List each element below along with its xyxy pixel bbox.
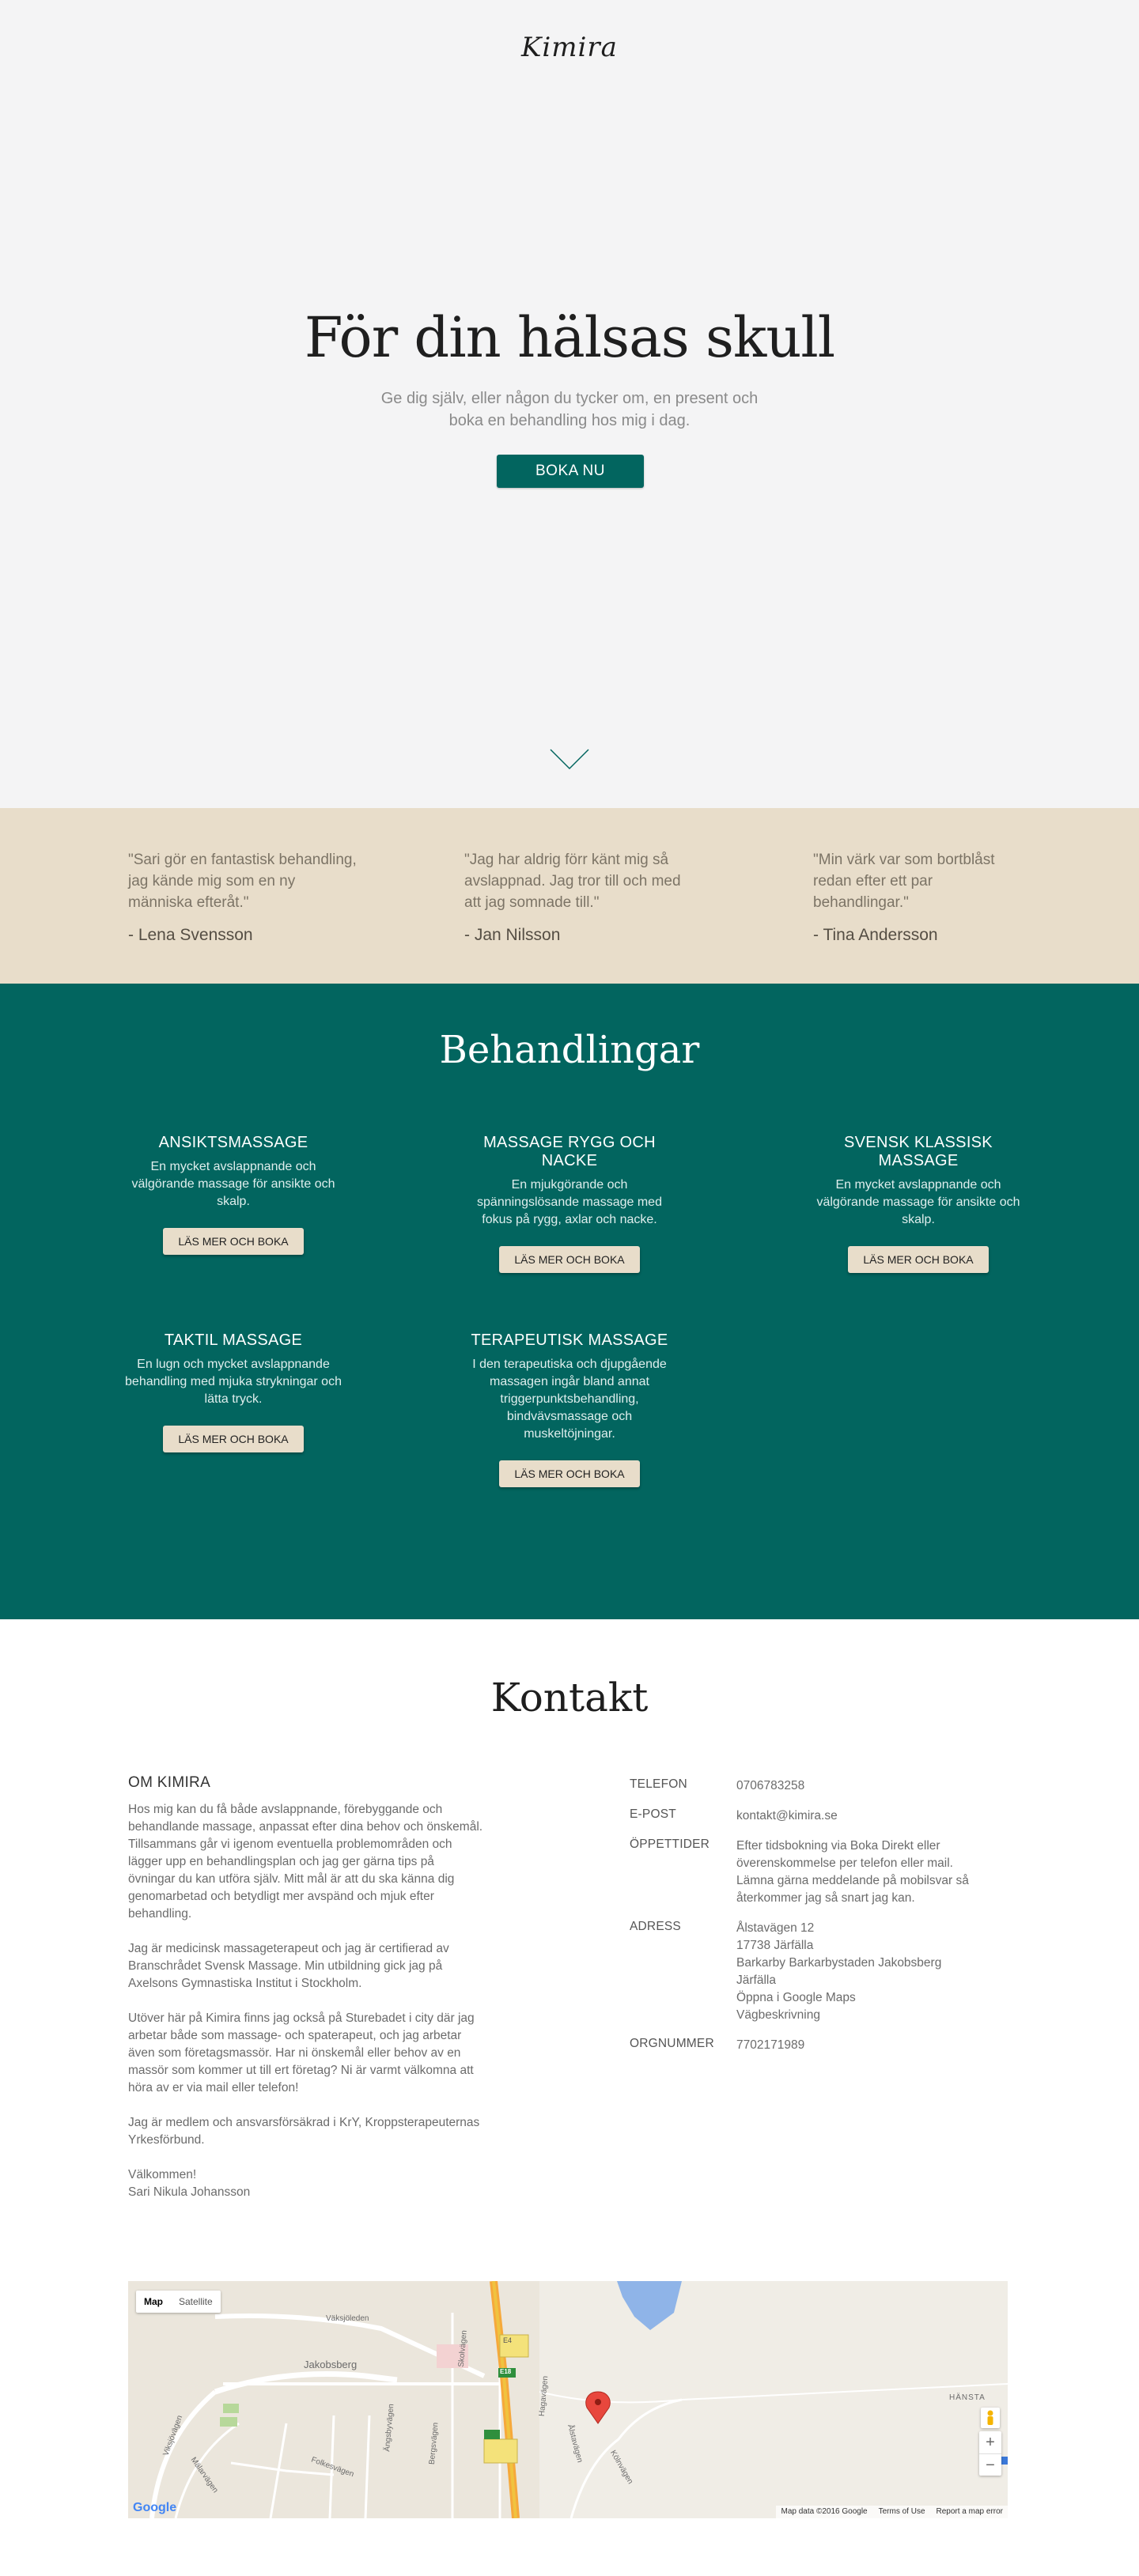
testimonial: "Jag har aldrig förr känt mig så avslapp… (464, 849, 694, 945)
google-logo: Google (133, 2501, 177, 2514)
treatments-title: Behandlingar (439, 1028, 700, 1072)
map-footer: Map data ©2016 Google Terms of Use Repor… (776, 2506, 1008, 2518)
info-label: ADRESS (630, 1920, 681, 1933)
info-row-address: ADRESS Ålstavägen 12 17738 Järfälla Bark… (630, 1920, 1001, 2024)
highway-shield: E4 (503, 2336, 513, 2344)
hero-subtitle: Ge dig själv, eller någon du tycker om, … (380, 390, 759, 429)
book-now-button[interactable]: BOKA NU (497, 455, 644, 488)
about-heading: OM KIMIRA (128, 1774, 211, 1791)
address-line: Barkarby Barkarbystaden Jakobsberg (736, 1956, 942, 1970)
read-more-book-button[interactable]: LÄS MER OCH BOKA (499, 1460, 640, 1487)
zoom-out-button[interactable]: − (979, 2453, 1001, 2476)
pegman-icon[interactable] (981, 2408, 1000, 2428)
hero-title: För din hälsas skull (304, 305, 835, 370)
treatment-description: En mjukgörande och spänningslösande mass… (477, 1178, 662, 1226)
map[interactable]: Jakobsberg HÄNSTA Väksjöleden Viksjöväge… (128, 2281, 1008, 2518)
chevron-down-icon[interactable] (549, 748, 590, 770)
about-paragraph: Hos mig kan du få både avslappnande, för… (128, 1803, 483, 1921)
about-paragraph: Jag är medlem och ansvarsförsäkrad i KrY… (128, 2116, 480, 2147)
treatment-description: En mycket avslappnande och välgörande ma… (131, 1160, 335, 1208)
hero-section: Kimira För din hälsas skull Ge dig själv… (0, 0, 1139, 808)
map-type-toggle: Map Satellite (136, 2291, 221, 2313)
treatment-name: TERAPEUTISK MASSAGE (471, 1331, 668, 1349)
map-label: Väksjöleden (326, 2314, 369, 2323)
testimonial-author: - Tina Andersson (813, 926, 938, 944)
treatment-description: En lugn och mycket avslappnande behandli… (125, 1358, 342, 1406)
treatment-card: TERAPEUTISK MASSAGE I den terapeutiska o… (455, 1331, 684, 1487)
contact-title: Kontakt (490, 1675, 649, 1720)
info-label: ÖPPETTIDER (630, 1838, 710, 1851)
testimonial-quote: "Sari gör en fantastisk behandling, jag … (128, 852, 357, 911)
info-row-org: ORGNUMMER 7702171989 (630, 2037, 1001, 2054)
zoom-controls: + − (979, 2431, 1001, 2476)
treatment-card: MASSAGE RYGG OCH NACKE En mjukgörande oc… (455, 1134, 684, 1273)
highway-shield: E18 (500, 2368, 512, 2375)
treatment-name: MASSAGE RYGG OCH NACKE (483, 1134, 656, 1169)
contact-info: TELEFON 0706783258 E-POST kontakt@kimira… (630, 1777, 1001, 2067)
info-row-phone: TELEFON 0706783258 (630, 1777, 1001, 1795)
info-label: ORGNUMMER (630, 2037, 714, 2050)
about-paragraph: Utöver här på Kimira finns jag också på … (128, 2011, 475, 2094)
map-data-notice: Map data ©2016 Google (781, 2507, 868, 2516)
org-number-value: 7702171989 (736, 2038, 805, 2052)
directions-link[interactable]: Vägbeskrivning (736, 2007, 974, 2024)
open-in-google-maps-link[interactable]: Öppna i Google Maps (736, 1989, 974, 2007)
treatment-name: ANSIKTSMASSAGE (158, 1134, 308, 1151)
map-type-satellite[interactable]: Satellite (171, 2291, 221, 2313)
about-block: OM KIMIRA Hos mig kan du få både avslapp… (128, 1774, 484, 2219)
testimonial: "Min värk var som bortblåst redan efter … (813, 849, 1019, 945)
phone-value[interactable]: 0706783258 (736, 1777, 974, 1795)
read-more-book-button[interactable]: LÄS MER OCH BOKA (848, 1246, 989, 1273)
map-type-map[interactable]: Map (136, 2291, 171, 2313)
report-map-error-link[interactable]: Report a map error (937, 2507, 1003, 2517)
email-link[interactable]: kontakt@kimira.se (736, 1807, 974, 1825)
hours-value: Efter tidsbokning via Boka Direkt eller … (736, 1839, 969, 1905)
map-label: Jakobsberg (304, 2359, 358, 2370)
treatment-card: SVENSK KLASSISK MASSAGE En mycket avslap… (804, 1134, 1033, 1273)
treatments-section: Behandlingar ANSIKTSMASSAGE En mycket av… (0, 984, 1139, 1619)
testimonial-quote: "Min värk var som bortblåst redan efter … (813, 852, 995, 911)
read-more-book-button[interactable]: LÄS MER OCH BOKA (163, 1228, 304, 1255)
treatment-card: TAKTIL MASSAGE En lugn och mycket avslap… (119, 1331, 348, 1452)
treatment-description: I den terapeutiska och djupgående massag… (472, 1358, 667, 1441)
info-row-hours: ÖPPETTIDER Efter tidsbokning via Boka Di… (630, 1838, 1001, 1907)
treatment-name: TAKTIL MASSAGE (164, 1331, 303, 1349)
zoom-in-button[interactable]: + (979, 2431, 1001, 2453)
address-line: Ålstavägen 12 (736, 1921, 815, 1935)
about-greeting: Välkommen! (128, 2168, 197, 2181)
read-more-book-button[interactable]: LÄS MER OCH BOKA (499, 1246, 640, 1273)
map-label: HÄNSTA (949, 2393, 986, 2402)
treatment-description: En mycket avslappnande och välgörande ma… (816, 1178, 1020, 1226)
about-signature: Sari Nikula Johansson (128, 2185, 251, 2199)
treatment-card: ANSIKTSMASSAGE En mycket avslappnande oc… (119, 1134, 348, 1255)
address-line: Järfälla (736, 1974, 776, 1987)
info-label: E-POST (630, 1807, 676, 1821)
testimonial-author: - Jan Nilsson (464, 926, 561, 944)
info-label: TELEFON (630, 1777, 687, 1791)
address-line: 17738 Järfälla (736, 1939, 814, 1952)
logo[interactable]: Kimira (0, 32, 1139, 63)
about-paragraph: Jag är medicinsk massageterapeut och jag… (128, 1942, 449, 1990)
read-more-book-button[interactable]: LÄS MER OCH BOKA (163, 1426, 304, 1452)
terms-of-use-link[interactable]: Terms of Use (879, 2507, 925, 2517)
testimonial: "Sari gör en fantastisk behandling, jag … (128, 849, 358, 945)
testimonial-quote: "Jag har aldrig förr känt mig så avslapp… (464, 852, 681, 911)
map-canvas[interactable] (128, 2281, 1008, 2518)
testimonials-section: "Sari gör en fantastisk behandling, jag … (0, 808, 1139, 984)
treatment-name: SVENSK KLASSISK MASSAGE (844, 1134, 993, 1169)
testimonial-author: - Lena Svensson (128, 926, 253, 944)
address-value: Ålstavägen 12 17738 Järfälla Barkarby Ba… (736, 1920, 974, 2024)
info-row-email: E-POST kontakt@kimira.se (630, 1807, 1001, 1825)
